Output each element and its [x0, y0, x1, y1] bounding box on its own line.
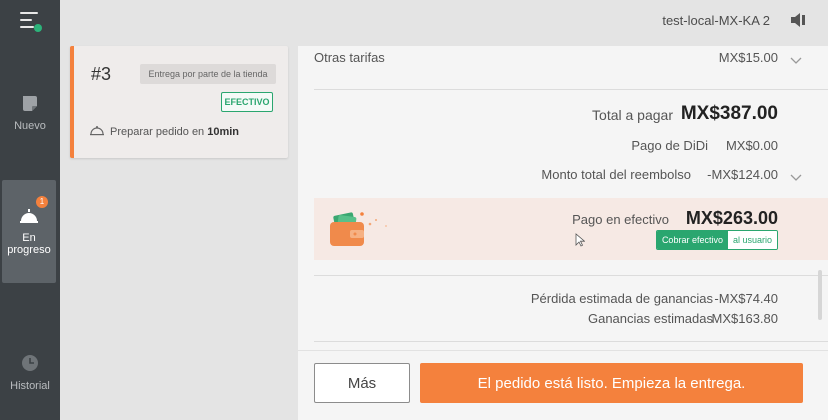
sidebar-item-historial[interactable]: Historial: [0, 352, 60, 392]
order-number: #3: [91, 64, 112, 84]
more-button[interactable]: Más: [314, 363, 410, 403]
mouse-cursor-icon: [575, 233, 586, 247]
chevron-down-icon[interactable]: [790, 52, 802, 64]
cash-payment-label: Pago en efectivo: [572, 212, 669, 227]
estimated-earnings-value: MX$163.80: [711, 311, 779, 326]
divider: [314, 275, 828, 276]
estimated-earnings-label: Ganancias estimadas: [587, 311, 713, 326]
refund-value: -MX$124.00: [707, 167, 778, 182]
didi-payment-value: MX$0.00: [725, 138, 778, 153]
sidebar-item-label: Nuevo: [14, 120, 46, 132]
scrollbar[interactable]: [818, 270, 822, 320]
sidebar: Nuevo 1 En progreso Historial: [0, 0, 60, 420]
delivery-type-tag: Entrega por parte de la tienda: [140, 64, 276, 84]
collect-cash-target: al usuario: [727, 231, 777, 249]
sidebar-item-label: En progreso: [7, 232, 51, 256]
cash-payment-box: Pago en efectivo MX$263.00 Cobrar efecti…: [314, 198, 828, 260]
collect-cash-label: Cobrar efectivo: [656, 231, 728, 249]
prepare-text: Preparar pedido en: [110, 125, 208, 138]
total-label: Total a pagar: [592, 107, 673, 123]
prepare-time: 10min: [207, 125, 240, 138]
other-fees-value: MX$15.00: [718, 50, 778, 65]
notification-badge: 1: [36, 196, 48, 208]
divider: [314, 89, 828, 90]
order-ready-button[interactable]: El pedido está listo. Empieza la entrega…: [420, 363, 803, 403]
wallet-icon: [328, 210, 392, 255]
cloche-icon: [90, 124, 104, 139]
online-status-dot: [34, 24, 42, 32]
prepare-time-row: Preparar pedido en 10min: [90, 124, 239, 139]
menu-icon[interactable]: [18, 10, 42, 32]
refund-label: Monto total del reembolso: [541, 167, 691, 182]
chevron-down-icon[interactable]: [790, 169, 802, 181]
new-order-icon: [19, 92, 41, 114]
sidebar-item-label: Historial: [10, 380, 50, 392]
estimated-loss-value: -MX$74.40: [714, 291, 778, 306]
collect-cash-tag: Cobrar efectivo al usuario: [655, 230, 778, 250]
other-fees-label: Otras tarifas: [314, 50, 385, 65]
payment-tag: EFECTIVO: [221, 92, 273, 112]
cash-payment-value: MX$263.00: [685, 208, 778, 228]
estimated-loss-label: Pérdida estimada de ganancias: [530, 291, 713, 306]
didi-payment-label: Pago de DiDi: [631, 138, 708, 153]
sidebar-item-nuevo[interactable]: Nuevo: [0, 92, 60, 132]
bell-icon: 1: [18, 196, 48, 226]
speaker-icon[interactable]: [790, 12, 808, 28]
order-card[interactable]: #3 Entrega por parte de la tienda EFECTI…: [70, 46, 288, 158]
sidebar-item-en-progreso[interactable]: 1 En progreso: [2, 180, 56, 283]
divider: [314, 341, 828, 342]
clock-icon: [19, 352, 41, 374]
store-name: test-local-MX-KA 2: [662, 13, 770, 28]
total-value: MX$387.00: [680, 103, 778, 124]
action-bar: Más El pedido está listo. Empieza la ent…: [298, 350, 828, 420]
